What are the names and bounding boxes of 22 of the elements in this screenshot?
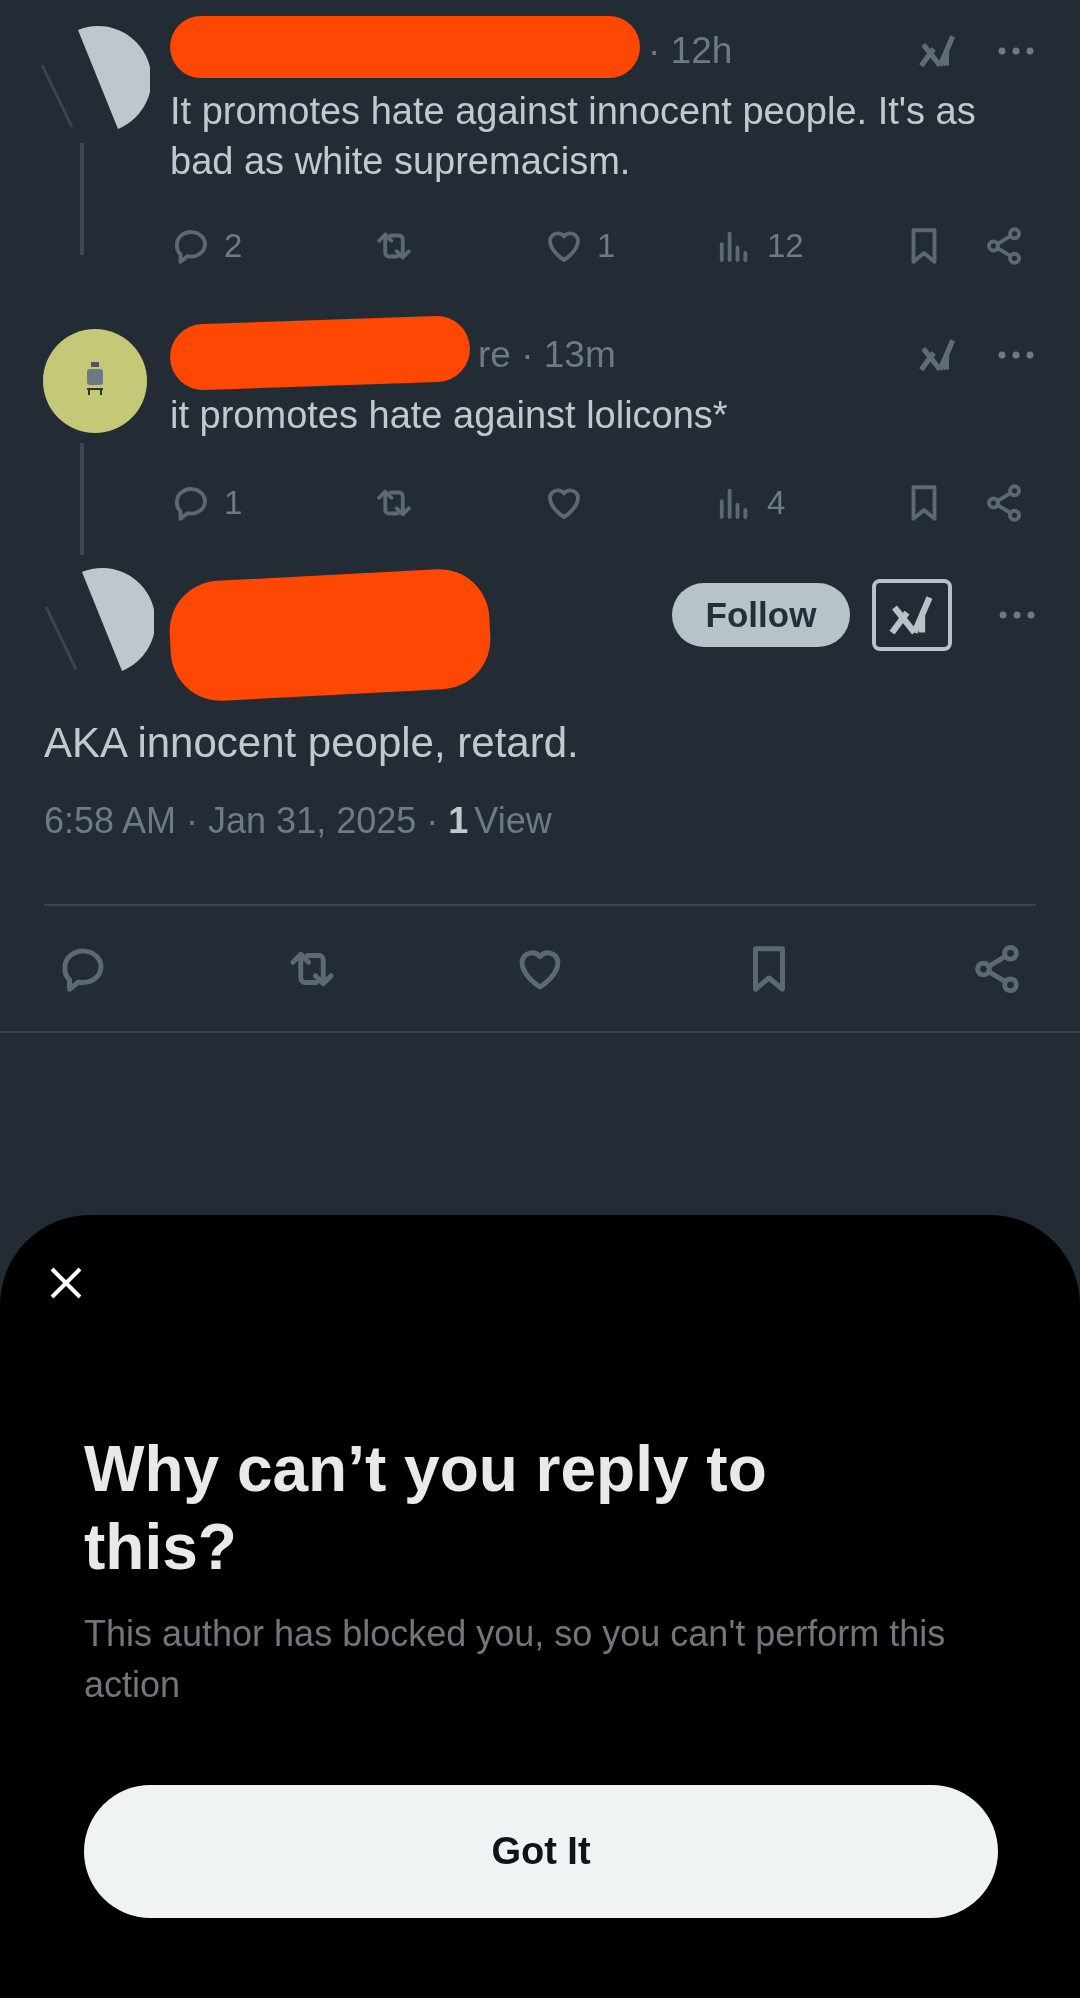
view-count: 1	[448, 799, 469, 843]
reply-text: it promotes hate against lolicons*	[170, 393, 729, 438]
action-count: 1	[224, 483, 243, 524]
post-meta: re · 13m	[478, 333, 616, 378]
grok-button[interactable]	[872, 579, 952, 651]
got-it-button[interactable]: Got It	[84, 1785, 998, 1918]
more-icon[interactable]	[997, 350, 1035, 360]
more-icon[interactable]	[997, 46, 1035, 56]
avatar-icon[interactable]	[43, 329, 147, 433]
views-label: View	[474, 799, 552, 843]
post-meta: · 12h	[648, 29, 733, 74]
sheet-body: This author has blocked you, so you can't perform this action	[84, 1612, 947, 1707]
sheet-title: Why can’t you reply to this?	[84, 1432, 768, 1585]
action-count: 12	[767, 226, 804, 267]
post-timestamp: 6:58 AM · Jan 31, 2025 ·	[44, 799, 439, 843]
more-icon[interactable]	[998, 610, 1036, 620]
reply-text: It promotes hate against innocent people. It's as bad as white supremacism.	[170, 89, 977, 184]
action-count: 1	[597, 226, 616, 267]
action-count: 2	[224, 226, 243, 267]
follow-button[interactable]: Follow	[672, 583, 850, 647]
action-count: 4	[767, 483, 786, 524]
post-text: AKA innocent people, retard.	[44, 718, 580, 768]
